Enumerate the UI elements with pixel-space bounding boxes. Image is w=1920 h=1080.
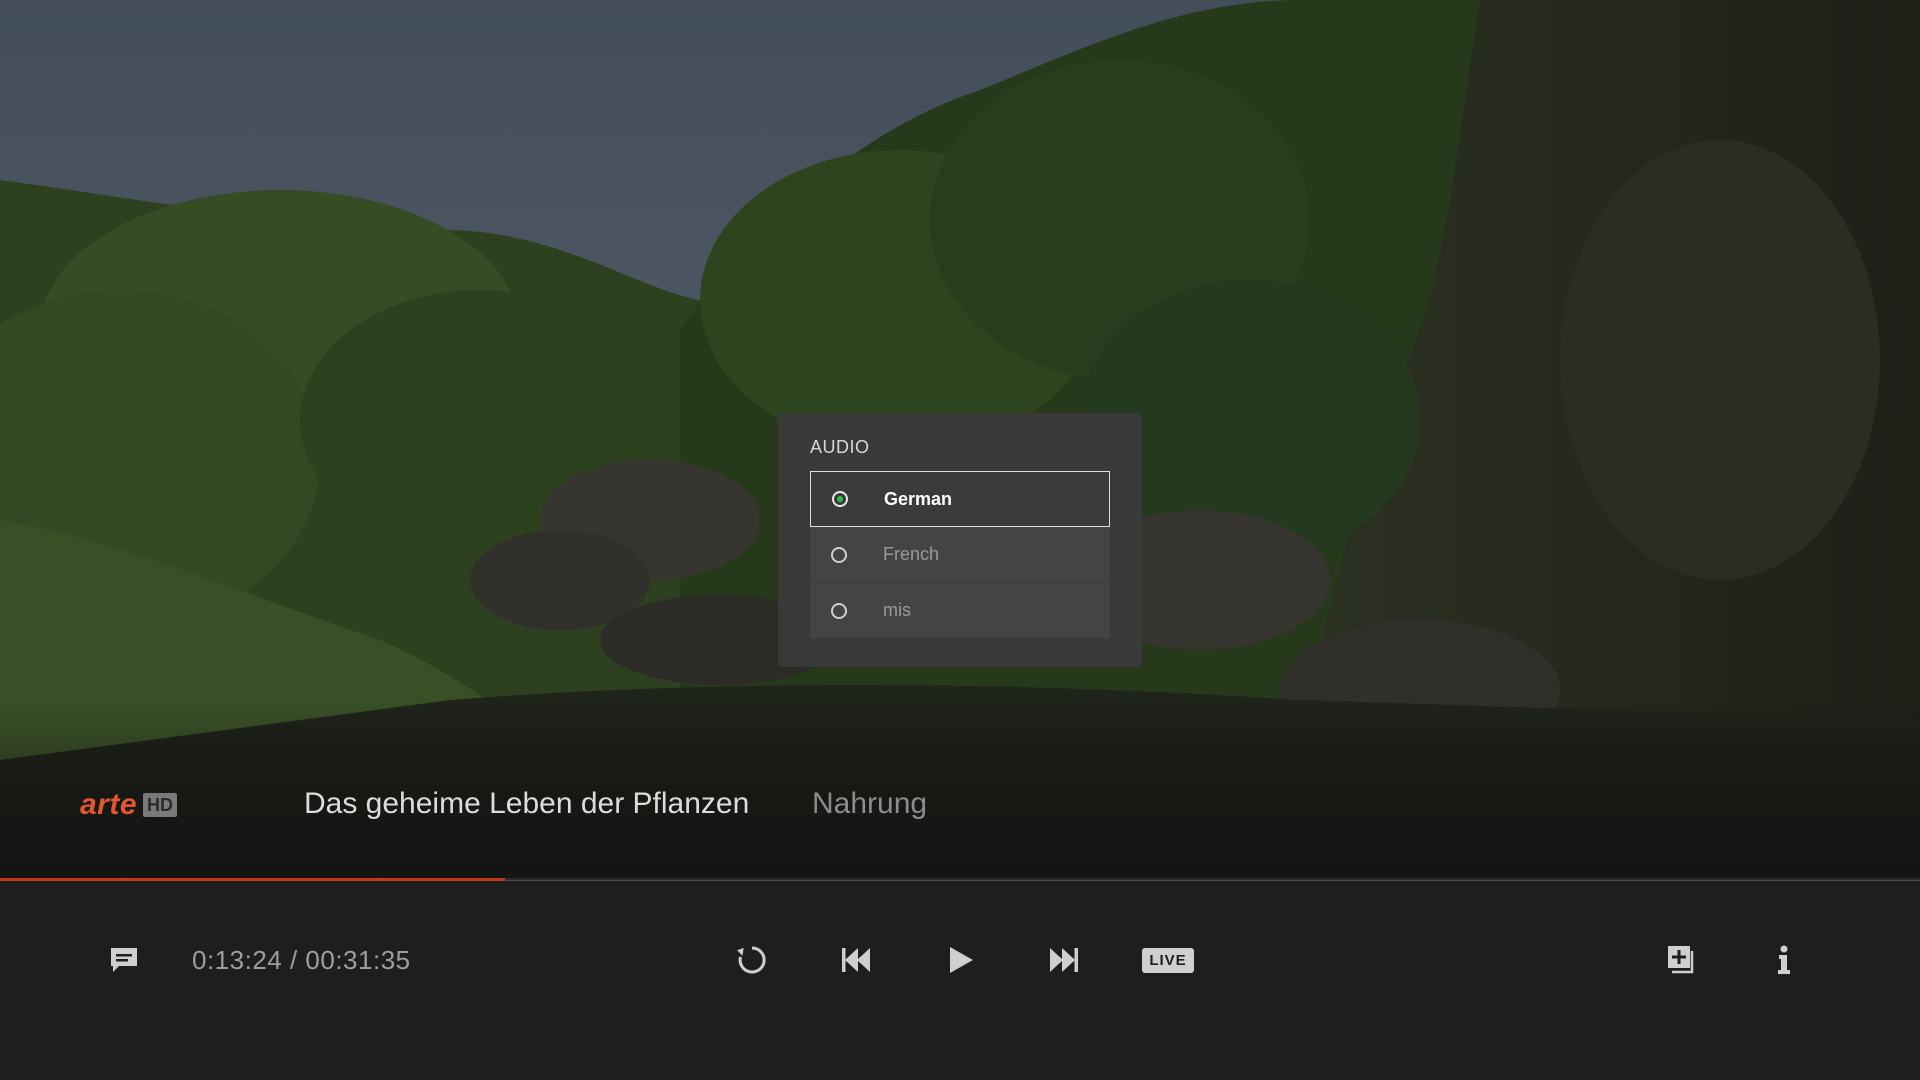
add-to-list-button[interactable]	[1660, 940, 1700, 980]
rewind-icon	[839, 943, 873, 977]
restart-icon	[735, 943, 769, 977]
radio-selected-icon	[832, 491, 848, 507]
radio-unselected-icon	[831, 602, 847, 619]
fast-forward-icon	[1047, 943, 1081, 977]
info-icon	[1774, 944, 1794, 976]
play-icon	[943, 943, 977, 977]
add-to-list-icon	[1664, 944, 1696, 976]
info-bar-gradient	[0, 700, 1920, 880]
audio-option-label: French	[883, 544, 940, 564]
fast-forward-button[interactable]	[1044, 940, 1084, 980]
rewind-button[interactable]	[836, 940, 876, 980]
audio-option-label: mis	[883, 600, 911, 620]
episode-title: Nahrung	[812, 787, 928, 820]
audio-menu-title: AUDIO	[810, 437, 870, 457]
live-button[interactable]: LIVE	[1140, 944, 1196, 976]
control-bar	[0, 881, 1920, 1080]
audio-option-label: German	[884, 488, 953, 509]
channel-hd-badge: HD	[143, 793, 178, 817]
subtitles-button[interactable]	[104, 942, 144, 978]
play-button[interactable]	[940, 940, 980, 980]
audio-option-german[interactable]: German	[810, 471, 1110, 527]
radio-unselected-icon	[831, 546, 847, 563]
channel-logo: arte HD	[80, 786, 178, 824]
audio-menu: AUDIO German French mis	[778, 413, 1142, 667]
live-badge: LIVE	[1142, 947, 1194, 973]
audio-option-french[interactable]: French	[810, 527, 1110, 583]
time-readout: 0:13:24 / 00:31:35	[192, 945, 411, 975]
program-title: Das geheime Leben der Pflanzen	[304, 787, 750, 820]
info-button[interactable]	[1764, 940, 1804, 980]
channel-logo-text: arte	[80, 788, 138, 821]
subtitles-icon	[109, 945, 139, 975]
audio-option-mis[interactable]: mis	[810, 583, 1110, 639]
restart-button[interactable]	[732, 940, 772, 980]
